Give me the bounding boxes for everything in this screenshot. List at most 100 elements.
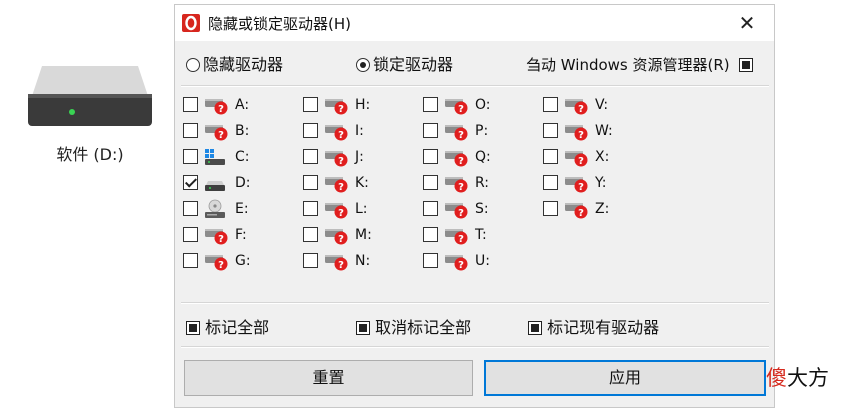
drive-checkbox[interactable] bbox=[543, 175, 558, 190]
drive-checkbox[interactable] bbox=[183, 227, 198, 242]
radio-indicator-hide[interactable] bbox=[186, 58, 200, 72]
drive-letter-label: Z: bbox=[595, 201, 610, 217]
locked-drive-icon: ? bbox=[444, 172, 470, 194]
drive-item-x[interactable]: ? X: bbox=[543, 146, 655, 168]
drive-checkbox[interactable] bbox=[303, 201, 318, 216]
radio-hide-drives[interactable]: 隐藏驱动器 bbox=[186, 53, 283, 77]
locked-drive-icon: ? bbox=[564, 94, 590, 116]
drive-checkbox[interactable] bbox=[423, 253, 438, 268]
svg-text:?: ? bbox=[578, 130, 584, 141]
mark-all-label: 标记全部 bbox=[205, 318, 270, 337]
drive-checkbox[interactable] bbox=[423, 149, 438, 164]
drive-letter-label: O: bbox=[475, 97, 491, 113]
drive-checkbox[interactable] bbox=[303, 175, 318, 190]
drive-letter-label: P: bbox=[475, 123, 489, 139]
drive-item-h[interactable]: ? H: bbox=[303, 94, 415, 116]
drive-checkbox[interactable] bbox=[183, 175, 198, 190]
drive-checkbox[interactable] bbox=[183, 201, 198, 216]
svg-text:?: ? bbox=[338, 104, 344, 115]
radio-lock-drives[interactable]: 锁定驱动器 bbox=[356, 53, 453, 77]
mark-existing-checkbox[interactable] bbox=[528, 321, 542, 335]
drive-checkbox[interactable] bbox=[183, 97, 198, 112]
drive-item-m[interactable]: ? M: bbox=[303, 224, 415, 246]
drive-item-z[interactable]: ? Z: bbox=[543, 198, 655, 220]
drive-item-c[interactable]: C: bbox=[183, 146, 295, 168]
radio-indicator-lock[interactable] bbox=[356, 58, 370, 72]
drive-item-w[interactable]: ? W: bbox=[543, 120, 655, 142]
drive-checkbox[interactable] bbox=[543, 97, 558, 112]
locked-drive-icon: ? bbox=[444, 250, 470, 272]
svg-text:?: ? bbox=[338, 182, 344, 193]
drive-item-i[interactable]: ? I: bbox=[303, 120, 415, 142]
drive-item-e[interactable]: E: bbox=[183, 198, 295, 220]
locked-drive-icon: ? bbox=[324, 250, 350, 272]
unmark-all-option[interactable]: 取消标记全部 bbox=[356, 316, 471, 340]
reset-button[interactable]: 重置 bbox=[184, 360, 473, 396]
drive-checkbox[interactable] bbox=[423, 123, 438, 138]
drive-letter-label: G: bbox=[235, 253, 251, 269]
drive-item-q[interactable]: ? Q: bbox=[423, 146, 535, 168]
title-bar: 隐藏或锁定驱动器(H) ✕ bbox=[175, 5, 774, 41]
drive-item-k[interactable]: ? K: bbox=[303, 172, 415, 194]
svg-text:?: ? bbox=[338, 260, 344, 271]
drive-checkbox[interactable] bbox=[303, 149, 318, 164]
locked-drive-icon: ? bbox=[324, 198, 350, 220]
svg-text:?: ? bbox=[218, 104, 224, 115]
drive-checkbox[interactable] bbox=[183, 149, 198, 164]
drive-item-f[interactable]: ? F: bbox=[183, 224, 295, 246]
drive-checkbox[interactable] bbox=[303, 97, 318, 112]
drive-checkbox[interactable] bbox=[303, 253, 318, 268]
drive-checkbox[interactable] bbox=[543, 123, 558, 138]
drive-checkbox[interactable] bbox=[183, 123, 198, 138]
drive-item-s[interactable]: ? S: bbox=[423, 198, 535, 220]
svg-text:?: ? bbox=[578, 182, 584, 193]
svg-text:?: ? bbox=[458, 234, 464, 245]
drive-item-d[interactable]: D: bbox=[183, 172, 295, 194]
mark-existing-option[interactable]: 标记现有驱动器 bbox=[528, 316, 659, 340]
restart-explorer-option[interactable]: 刍动 Windows 资源管理器(R) bbox=[526, 53, 753, 77]
locked-drive-icon: ? bbox=[444, 94, 470, 116]
drive-checkbox[interactable] bbox=[423, 97, 438, 112]
drive-item-a[interactable]: ? A: bbox=[183, 94, 295, 116]
radio-hide-label: 隐藏驱动器 bbox=[203, 55, 284, 74]
drive-checkbox[interactable] bbox=[183, 253, 198, 268]
divider-buttons bbox=[181, 346, 769, 348]
svg-text:?: ? bbox=[458, 182, 464, 193]
desktop-drive-d[interactable]: 软件 (D:) bbox=[20, 62, 160, 172]
restart-explorer-checkbox[interactable] bbox=[738, 58, 753, 72]
mark-existing-label: 标记现有驱动器 bbox=[547, 318, 660, 337]
drive-checkbox[interactable] bbox=[543, 149, 558, 164]
drive-item-u[interactable]: ? U: bbox=[423, 250, 535, 272]
mark-all-checkbox[interactable] bbox=[186, 321, 200, 335]
drive-checkbox[interactable] bbox=[423, 175, 438, 190]
drive-item-b[interactable]: ? B: bbox=[183, 120, 295, 142]
mark-all-option[interactable]: 标记全部 bbox=[186, 316, 269, 340]
svg-text:?: ? bbox=[338, 208, 344, 219]
drive-letter-label: B: bbox=[235, 123, 250, 139]
drive-item-p[interactable]: ? P: bbox=[423, 120, 535, 142]
drive-checkbox[interactable] bbox=[423, 201, 438, 216]
drive-item-r[interactable]: ? R: bbox=[423, 172, 535, 194]
drive-letter-label: F: bbox=[235, 227, 247, 243]
drive-item-l[interactable]: ? L: bbox=[303, 198, 415, 220]
drive-item-v[interactable]: ? V: bbox=[543, 94, 655, 116]
drive-checkbox[interactable] bbox=[423, 227, 438, 242]
drive-item-y[interactable]: ? Y: bbox=[543, 172, 655, 194]
svg-text:?: ? bbox=[458, 208, 464, 219]
drive-checkbox[interactable] bbox=[303, 123, 318, 138]
drive-item-g[interactable]: ? G: bbox=[183, 250, 295, 272]
locked-drive-icon: ? bbox=[444, 120, 470, 142]
drive-checkbox[interactable] bbox=[543, 201, 558, 216]
apply-button[interactable]: 应用 bbox=[484, 360, 766, 396]
drive-item-n[interactable]: ? N: bbox=[303, 250, 415, 272]
locked-drive-icon: ? bbox=[444, 224, 470, 246]
unmark-all-checkbox[interactable] bbox=[356, 321, 370, 335]
drive-item-t[interactable]: ? T: bbox=[423, 224, 535, 246]
locked-drive-icon: ? bbox=[564, 120, 590, 142]
locked-drive-icon: ? bbox=[204, 250, 230, 272]
close-button[interactable]: ✕ bbox=[727, 11, 767, 35]
locked-drive-icon: ? bbox=[204, 120, 230, 142]
drive-item-o[interactable]: ? O: bbox=[423, 94, 535, 116]
drive-checkbox[interactable] bbox=[303, 227, 318, 242]
drive-item-j[interactable]: ? J: bbox=[303, 146, 415, 168]
